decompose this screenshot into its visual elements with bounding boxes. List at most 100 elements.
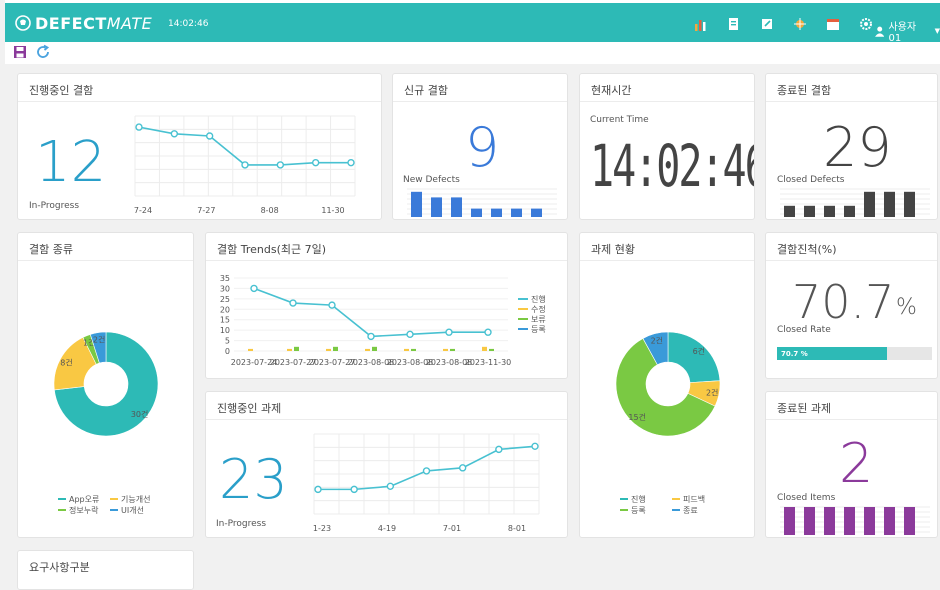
bar (824, 507, 835, 535)
defect-types-donut-chart: 30건8건1건2건App오류 기능개선정보누락 UI개선 (53, 331, 159, 515)
legend-label: UI개선 (121, 505, 144, 515)
gear-icon[interactable] (855, 16, 877, 32)
in-progress-label: In-Progress (29, 201, 80, 211)
bar (326, 348, 331, 351)
bar (511, 208, 522, 217)
refresh-icon[interactable] (35, 44, 51, 60)
card-in-progress-defects: 진행중인 결함 12 In-Progress 7-24 7-27 8-08 11-30 (17, 73, 382, 220)
slice-label: 8건 (60, 358, 72, 368)
bar (884, 191, 895, 217)
data-point (241, 161, 249, 169)
bug-icon[interactable] (789, 16, 811, 32)
header-clock: 14:02:46 (168, 19, 209, 29)
card-title: 과제 현황 (580, 233, 754, 261)
card-in-progress-tasks: 진행중인 과제 23 In-Progress 1-23 4-19 7-01 8-01 (205, 391, 568, 538)
card-title: 종료된 결함 (766, 74, 937, 102)
bar (784, 205, 795, 217)
closed-rate-label: Closed Rate (777, 325, 831, 335)
bar (864, 191, 875, 217)
y-tick-label: 5 (225, 337, 230, 346)
progress-bar-track: 70.7 % (777, 347, 932, 360)
card-defect-trends: 결함 Trends(최근 7일) 35 30 25 20 15 10 5 0 2023-07-2… (205, 232, 568, 379)
card-requirements: 요구사항구분 (17, 550, 194, 590)
data-point (445, 328, 453, 336)
legend-label: 등록 (631, 506, 646, 515)
bar (450, 348, 455, 351)
card-closed-tasks: 종료된 과제 2 Closed Items (765, 391, 938, 538)
in-progress-defects-line-chart: 7-24 7-27 8-08 11-30 (134, 115, 356, 215)
x-tick-label: 7-24 (134, 206, 152, 215)
x-tick-label: 7-01 (443, 524, 461, 533)
data-point (170, 130, 179, 138)
y-tick-label: 20 (220, 305, 230, 314)
data-point (311, 158, 320, 167)
bar (904, 191, 915, 217)
logo-icon (15, 15, 31, 31)
data-point (531, 442, 539, 451)
in-progress-tasks-count: 23 (219, 448, 288, 511)
card-title: 결함진척(%) (766, 233, 937, 261)
data-point (458, 464, 467, 472)
chart-icon[interactable] (690, 16, 712, 32)
x-tick-label: 8-08 (261, 206, 279, 215)
new-defects-bar-chart (407, 188, 557, 217)
data-point (205, 132, 214, 140)
y-tick-label: 30 (220, 284, 230, 293)
y-tick-label: 35 (220, 274, 230, 283)
top-navigation-bar: DEFECTMATE 14:02:46 사용자01 ▼ (5, 0, 940, 44)
data-point (495, 445, 503, 454)
data-point (367, 332, 375, 341)
bar (411, 191, 422, 217)
legend-label: 등록 (531, 325, 546, 334)
x-tick-label: 7-27 (197, 206, 215, 215)
card-current-time: 현재시간 Current Time 14:02:46 (579, 73, 755, 220)
closed-tasks-bar-chart (780, 506, 930, 535)
bar (451, 197, 462, 217)
bar (333, 346, 338, 351)
in-progress-tasks-label: In-Progress (216, 519, 267, 529)
data-point (328, 301, 336, 309)
task-status-donut-chart: 6건 2건 15건 2건진행 피드백등록 종료 (615, 331, 721, 515)
data-point (276, 161, 285, 169)
data-point (135, 123, 143, 131)
current-time-label: Current Time (590, 115, 649, 125)
app-logo[interactable]: DEFECTMATE (35, 14, 152, 33)
calendar-icon[interactable] (822, 16, 844, 32)
new-defects-label: New Defects (403, 175, 460, 185)
card-title: 신규 결함 (393, 74, 567, 102)
y-tick-label: 25 (220, 295, 230, 304)
bar (287, 348, 292, 351)
bar (844, 205, 855, 217)
data-point (484, 328, 492, 336)
x-tick-label: 11-30 (321, 206, 344, 215)
user-name: 사용자01 (888, 22, 917, 44)
card-title: 진행중인 과제 (206, 392, 567, 420)
data-point (386, 482, 395, 491)
data-point (250, 284, 258, 293)
legend-label: 기능개선 (121, 494, 150, 504)
progress-bar-fill: 70.7 % (777, 347, 887, 360)
bar (372, 346, 377, 351)
save-icon[interactable] (13, 45, 27, 59)
bar (489, 348, 494, 351)
x-tick-label: 2023-11-30 (465, 358, 512, 367)
slice-label: 15건 (628, 412, 646, 422)
current-time-display: 14:02:46 (590, 134, 755, 201)
slice-label: 2건 (706, 387, 718, 397)
defect-trends-chart: 353025201510502023-07-242023-07-272023-0… (220, 274, 546, 367)
card-title: 결함 Trends(최근 7일) (206, 233, 567, 261)
edit-icon[interactable] (756, 16, 778, 32)
progress-bar-label: 70.7 % (781, 350, 808, 358)
data-point (347, 158, 355, 167)
bar (411, 348, 416, 351)
closed-defects-count: 29 (823, 116, 892, 179)
user-menu[interactable]: 사용자01 ▼ (875, 18, 940, 44)
legend-label: 종료 (683, 506, 698, 515)
bar (294, 346, 299, 351)
data-point (406, 330, 414, 339)
defect-progress-value: 70.7 (792, 275, 895, 329)
legend-label: 진행 (531, 294, 546, 304)
report-icon[interactable] (723, 16, 745, 32)
data-point (422, 467, 431, 475)
bar (404, 348, 409, 351)
